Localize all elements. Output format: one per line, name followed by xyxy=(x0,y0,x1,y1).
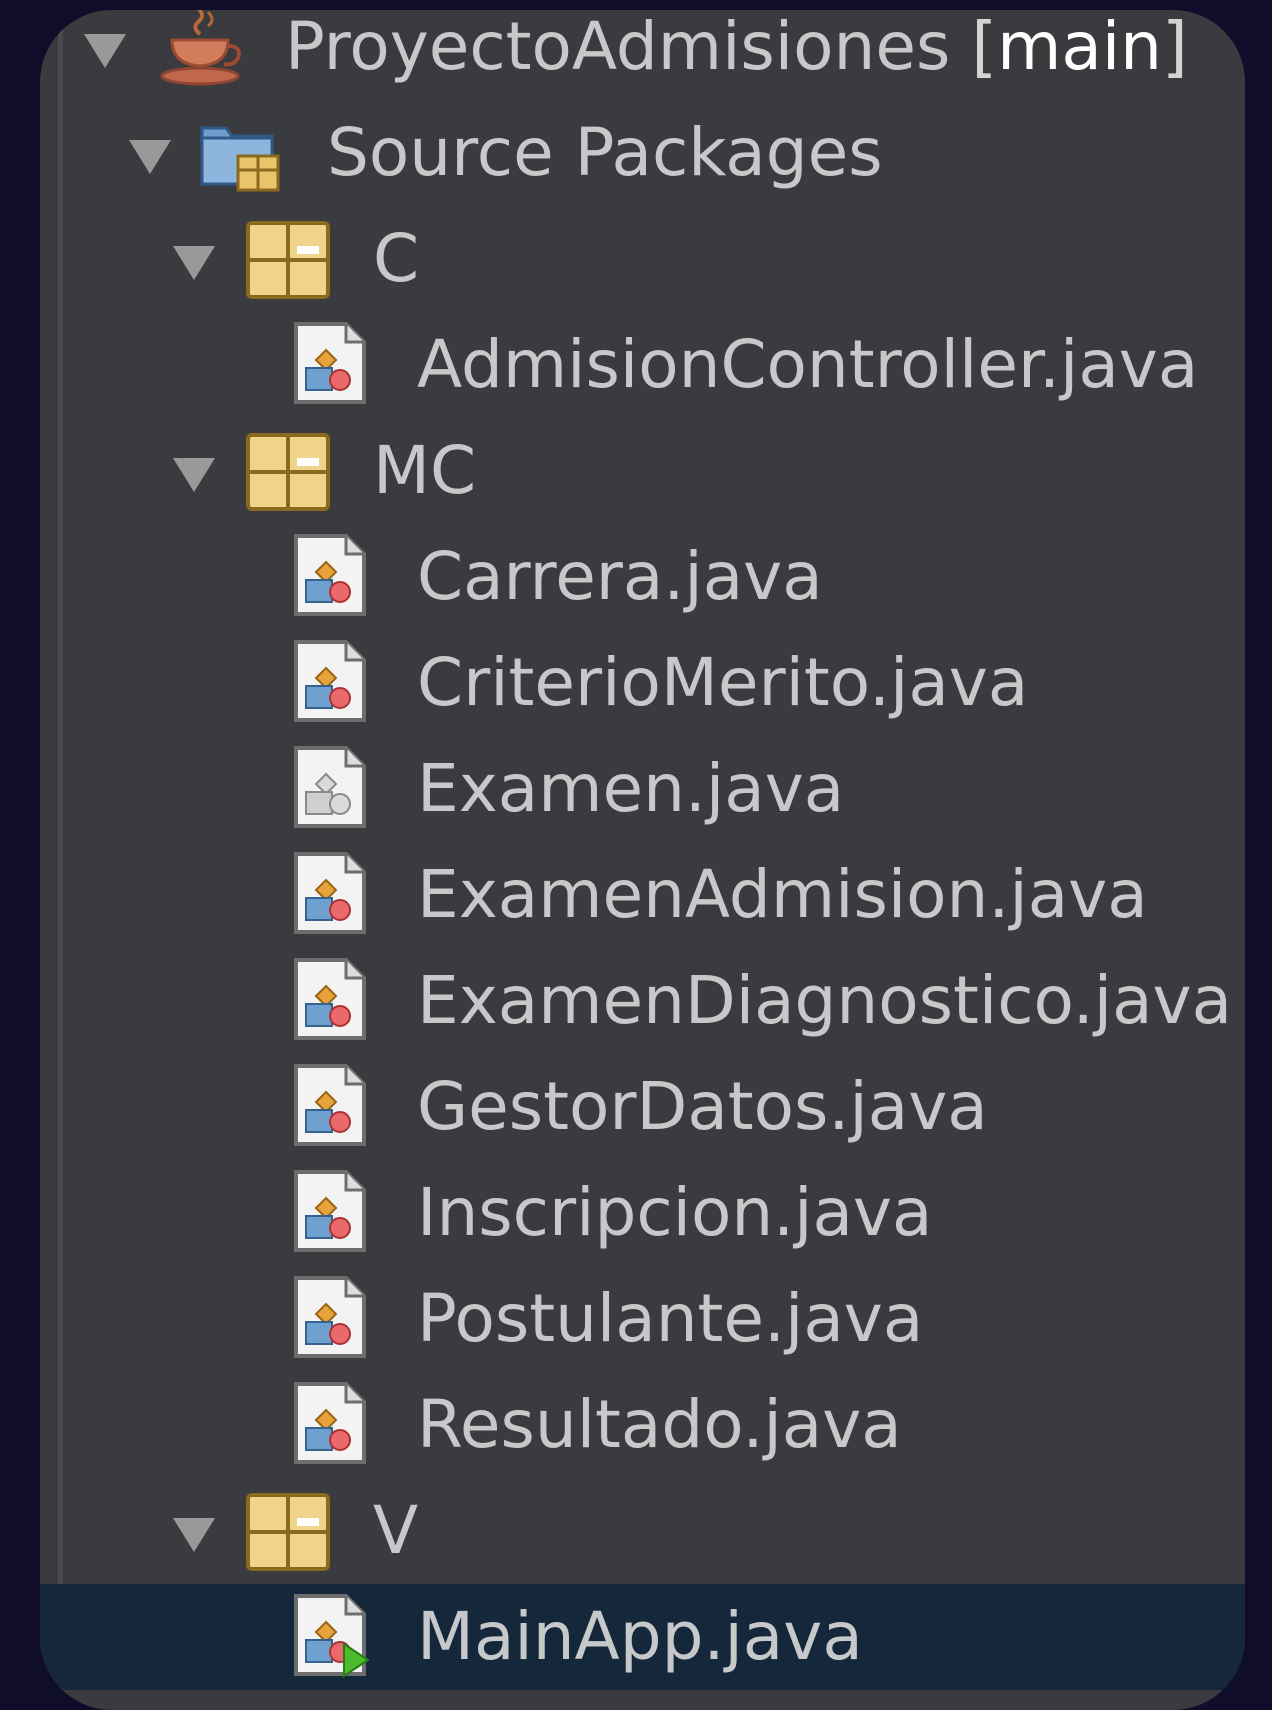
java-main-class-icon xyxy=(290,1592,372,1678)
projects-tree-panel: ProyectoAdmisiones [main] Source Package… xyxy=(40,10,1245,1710)
expand-toggle-icon[interactable] xyxy=(173,1518,215,1552)
file-name: Inscripcion.java xyxy=(417,1174,933,1251)
tree-node-package-c[interactable]: C xyxy=(40,206,1245,312)
tree-node-package-v[interactable]: V xyxy=(40,1478,1245,1584)
package-name: C xyxy=(373,220,420,297)
expand-toggle-icon[interactable] xyxy=(173,458,215,492)
file-name: Resultado.java xyxy=(417,1386,902,1463)
java-class-icon xyxy=(290,638,372,724)
project-name: ProyectoAdmisiones xyxy=(285,10,951,85)
branch-close-bracket: ] xyxy=(1162,10,1188,85)
java-class-icon xyxy=(290,532,372,618)
java-class-icon xyxy=(290,850,372,936)
file-name: Carrera.java xyxy=(417,538,823,615)
package-name: MC xyxy=(373,432,477,509)
branch-open-bracket: [ xyxy=(971,10,998,85)
tree-node-file-selected[interactable]: MainApp.java xyxy=(40,1584,1245,1690)
file-name: ExamenAdmision.java xyxy=(417,856,1148,933)
file-name: GestorDatos.java xyxy=(417,1068,988,1145)
java-class-icon xyxy=(290,956,372,1042)
java-class-icon xyxy=(290,1168,372,1254)
source-folder-icon xyxy=(198,110,282,194)
java-class-icon xyxy=(290,1380,372,1466)
tree-node-file[interactable]: Postulante.java xyxy=(40,1266,1245,1372)
project-name-label: ProyectoAdmisiones [main] xyxy=(285,10,1188,100)
tree-node-project[interactable]: ProyectoAdmisiones [main] xyxy=(40,10,1245,100)
tree-node-file[interactable]: ExamenDiagnostico.java xyxy=(40,948,1245,1054)
tree-node-file[interactable]: Inscripcion.java xyxy=(40,1160,1245,1266)
file-name: CriterioMerito.java xyxy=(417,644,1029,721)
java-class-icon xyxy=(290,1274,372,1360)
tree-node-file[interactable]: Resultado.java xyxy=(40,1372,1245,1478)
coffee-cup-icon xyxy=(158,10,248,92)
branch-name: main xyxy=(997,10,1162,85)
tree-node-source-packages[interactable]: Source Packages xyxy=(40,100,1245,206)
tree-node-file[interactable]: AdmisionController.java xyxy=(40,312,1245,418)
file-name: Examen.java xyxy=(417,750,845,827)
expand-toggle-icon[interactable] xyxy=(84,34,126,68)
package-icon xyxy=(245,432,331,512)
tree-node-file[interactable]: Carrera.java xyxy=(40,524,1245,630)
package-icon xyxy=(245,220,331,300)
file-name: Postulante.java xyxy=(417,1280,924,1357)
expand-toggle-icon[interactable] xyxy=(173,246,215,280)
java-interface-icon xyxy=(290,744,372,830)
file-name: AdmisionController.java xyxy=(417,326,1199,403)
file-name: MainApp.java xyxy=(417,1598,863,1675)
source-packages-label: Source Packages xyxy=(327,114,883,191)
expand-toggle-icon[interactable] xyxy=(129,140,171,174)
package-icon xyxy=(245,1492,331,1572)
tree-node-file[interactable]: GestorDatos.java xyxy=(40,1054,1245,1160)
tree-node-file[interactable]: CriterioMerito.java xyxy=(40,630,1245,736)
package-name: V xyxy=(373,1492,419,1569)
tree-node-file[interactable]: ExamenAdmision.java xyxy=(40,842,1245,948)
file-name: ExamenDiagnostico.java xyxy=(417,962,1233,1039)
java-class-icon xyxy=(290,1062,372,1148)
tree-node-package-mc[interactable]: MC xyxy=(40,418,1245,524)
tree-node-file[interactable]: Examen.java xyxy=(40,736,1245,842)
java-class-icon xyxy=(290,320,372,406)
